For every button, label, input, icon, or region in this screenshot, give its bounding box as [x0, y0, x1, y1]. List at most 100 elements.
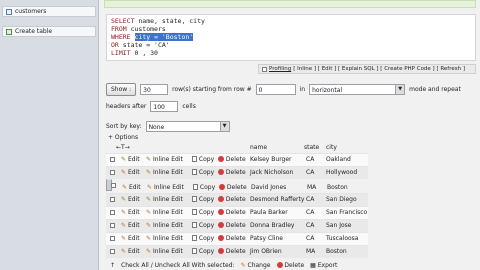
delete-link[interactable]: Delete	[219, 182, 247, 193]
delete-link[interactable]: Delete	[218, 156, 246, 163]
profiling-checkbox[interactable]	[262, 66, 267, 72]
header-city[interactable]: city	[326, 144, 337, 151]
edit-link[interactable]: ✎ Edit	[121, 209, 140, 216]
pencil-icon: ✎	[240, 262, 246, 269]
sql-action-links[interactable]: [ Inline ] [ Edit ] [ Explain SQL ] [ Cr…	[293, 64, 465, 74]
table-row[interactable]: ✎ Edit ✎ Inline Edit Copy Delete Donna Bra…	[106, 219, 368, 232]
edit-link[interactable]: ✎ Edit	[121, 222, 140, 229]
delete-link[interactable]: Delete	[218, 196, 246, 203]
copy-label: Copy	[198, 248, 215, 255]
inline-edit-link[interactable]: ✎ Inline Edit	[146, 235, 183, 242]
copy-link[interactable]: Copy	[192, 248, 214, 255]
edit-link[interactable]: ✎ Edit	[122, 182, 141, 193]
copy-link[interactable]: Copy	[192, 209, 214, 216]
sort-select[interactable]: None ▼	[145, 121, 230, 132]
delete-button[interactable]: Delete	[276, 262, 304, 269]
cell-city[interactable]: Oakland	[326, 156, 351, 163]
cell-state[interactable]: CA	[306, 156, 314, 163]
cell-state[interactable]: CA	[306, 196, 314, 203]
cell-city[interactable]: San Jose	[326, 222, 351, 229]
cell-city[interactable]: San Francisco	[326, 209, 367, 216]
delete-link[interactable]: Delete	[218, 222, 246, 229]
rows-count-input[interactable]: 30	[140, 83, 169, 95]
cell-city[interactable]: Boston	[327, 182, 348, 193]
table-row[interactable]: ✎ Edit ✎ Inline Edit Copy Delete Paula Bar…	[106, 206, 368, 219]
row-checkbox[interactable]	[111, 183, 116, 188]
copy-link[interactable]: Copy	[192, 169, 214, 176]
cell-name[interactable]: Paula Barker	[250, 209, 288, 216]
table-row[interactable]: ✎ Edit ✎ Inline Edit Copy Delete Patsy Cli…	[106, 232, 368, 245]
row-checkbox[interactable]	[110, 210, 115, 215]
table-row[interactable]: ✎ Edit ✎ Inline Edit Copy Delete Jim OBrie…	[106, 245, 368, 258]
row-checkbox[interactable]	[110, 170, 115, 175]
table-row[interactable]: ✎ Edit ✎ Inline Edit Copy Delete David Jon…	[106, 179, 348, 191]
export-button[interactable]: ▦ Export	[310, 262, 337, 269]
copy-link[interactable]: Copy	[192, 156, 214, 163]
edit-link[interactable]: ✎ Edit	[121, 196, 140, 203]
header-name[interactable]: name	[250, 144, 267, 151]
inline-edit-link[interactable]: ✎ Inline Edit	[146, 248, 183, 255]
delete-link[interactable]: Delete	[218, 248, 246, 255]
cell-city[interactable]: San Diego	[326, 196, 357, 203]
copy-link[interactable]: Copy	[192, 222, 214, 229]
copy-link[interactable]: Copy	[192, 235, 214, 242]
inline-edit-link[interactable]: ✎ Inline Edit	[146, 196, 183, 203]
cell-city[interactable]: Hollywood	[326, 169, 357, 176]
row-checkbox[interactable]	[110, 236, 115, 241]
table-row[interactable]: ✎ Edit ✎ Inline Edit Copy Delete Desmond R…	[106, 193, 368, 206]
inline-edit-link[interactable]: ✎ Inline Edit	[147, 182, 184, 193]
inline-edit-link[interactable]: ✎ Inline Edit	[146, 169, 183, 176]
delete-link[interactable]: Delete	[218, 235, 246, 242]
cell-name[interactable]: David Jones	[251, 182, 286, 193]
cell-city[interactable]: Tuscaloosa	[326, 235, 358, 242]
cell-name[interactable]: Kelsey Burger	[250, 156, 292, 163]
start-row-input[interactable]: 0	[255, 83, 296, 95]
cell-name[interactable]: Patsy Cline	[250, 235, 283, 242]
cell-state[interactable]: CA	[306, 235, 314, 242]
sidebar-item-create-table[interactable]: Create table	[2, 26, 96, 37]
options-toggle[interactable]: + Options	[108, 134, 138, 141]
cell-state[interactable]: CA	[306, 209, 314, 216]
sidebar-item-customers[interactable]: customers	[2, 6, 96, 17]
results-table: ←T→ name state city ✎ Edit ✎ Inline Edit …	[106, 143, 368, 258]
inline-edit-link[interactable]: ✎ Inline Edit	[146, 209, 183, 216]
edit-link[interactable]: ✎ Edit	[121, 169, 140, 176]
cell-state[interactable]: CA	[306, 169, 314, 176]
copy-label: Copy	[198, 209, 215, 216]
row-checkbox[interactable]	[110, 157, 115, 162]
cell-name[interactable]: Donna Bradley	[250, 222, 294, 229]
pencil-icon: ✎	[121, 222, 127, 229]
cell-city[interactable]: Boston	[326, 248, 347, 255]
edit-link[interactable]: ✎ Edit	[121, 248, 140, 255]
cell-state[interactable]: MA	[306, 248, 315, 255]
inline-edit-link[interactable]: ✎ Inline Edit	[146, 222, 183, 229]
table-row[interactable]: ✎ Edit ✎ Inline Edit Copy Delete Kelsey Bu…	[106, 153, 368, 166]
edit-link[interactable]: ✎ Edit	[121, 235, 140, 242]
show-button[interactable]: Show :	[106, 82, 137, 96]
cell-state[interactable]: CA	[306, 222, 314, 229]
copy-link[interactable]: Copy	[193, 182, 215, 193]
delete-link[interactable]: Delete	[218, 209, 246, 216]
cell-state[interactable]: MA	[307, 182, 316, 193]
sql-selected-text[interactable]: city = 'Boston'	[134, 33, 194, 41]
cell-name[interactable]: Jim OBrien	[250, 248, 282, 255]
row-checkbox[interactable]	[110, 223, 115, 228]
row-checkbox[interactable]	[110, 197, 115, 202]
edit-link[interactable]: ✎ Edit	[121, 156, 140, 163]
inline-edit-label: Inline Edit	[152, 222, 183, 229]
sql-keyword: SELECT	[111, 17, 135, 25]
cell-name[interactable]: Jack Nicholson	[250, 169, 293, 176]
change-button[interactable]: ✎ Change	[241, 262, 271, 269]
check-all-link[interactable]: Check All / Uncheck All With selected:	[121, 262, 235, 269]
row-checkbox[interactable]	[110, 249, 115, 254]
pencil-icon: ✎	[146, 196, 152, 203]
mode-select[interactable]: horizontal ▼	[309, 83, 406, 95]
headers-after-input[interactable]: 100	[150, 101, 179, 112]
delete-link[interactable]: Delete	[218, 169, 246, 176]
inline-edit-link[interactable]: ✎ Inline Edit	[146, 156, 183, 163]
cell-name[interactable]: Desmond Rafferty	[250, 196, 304, 203]
table-row[interactable]: ✎ Edit ✎ Inline Edit Copy Delete Jack Nich…	[106, 166, 368, 179]
column-arrows[interactable]: ←T→	[116, 144, 130, 151]
copy-link[interactable]: Copy	[192, 196, 214, 203]
header-state[interactable]: state	[304, 144, 319, 151]
